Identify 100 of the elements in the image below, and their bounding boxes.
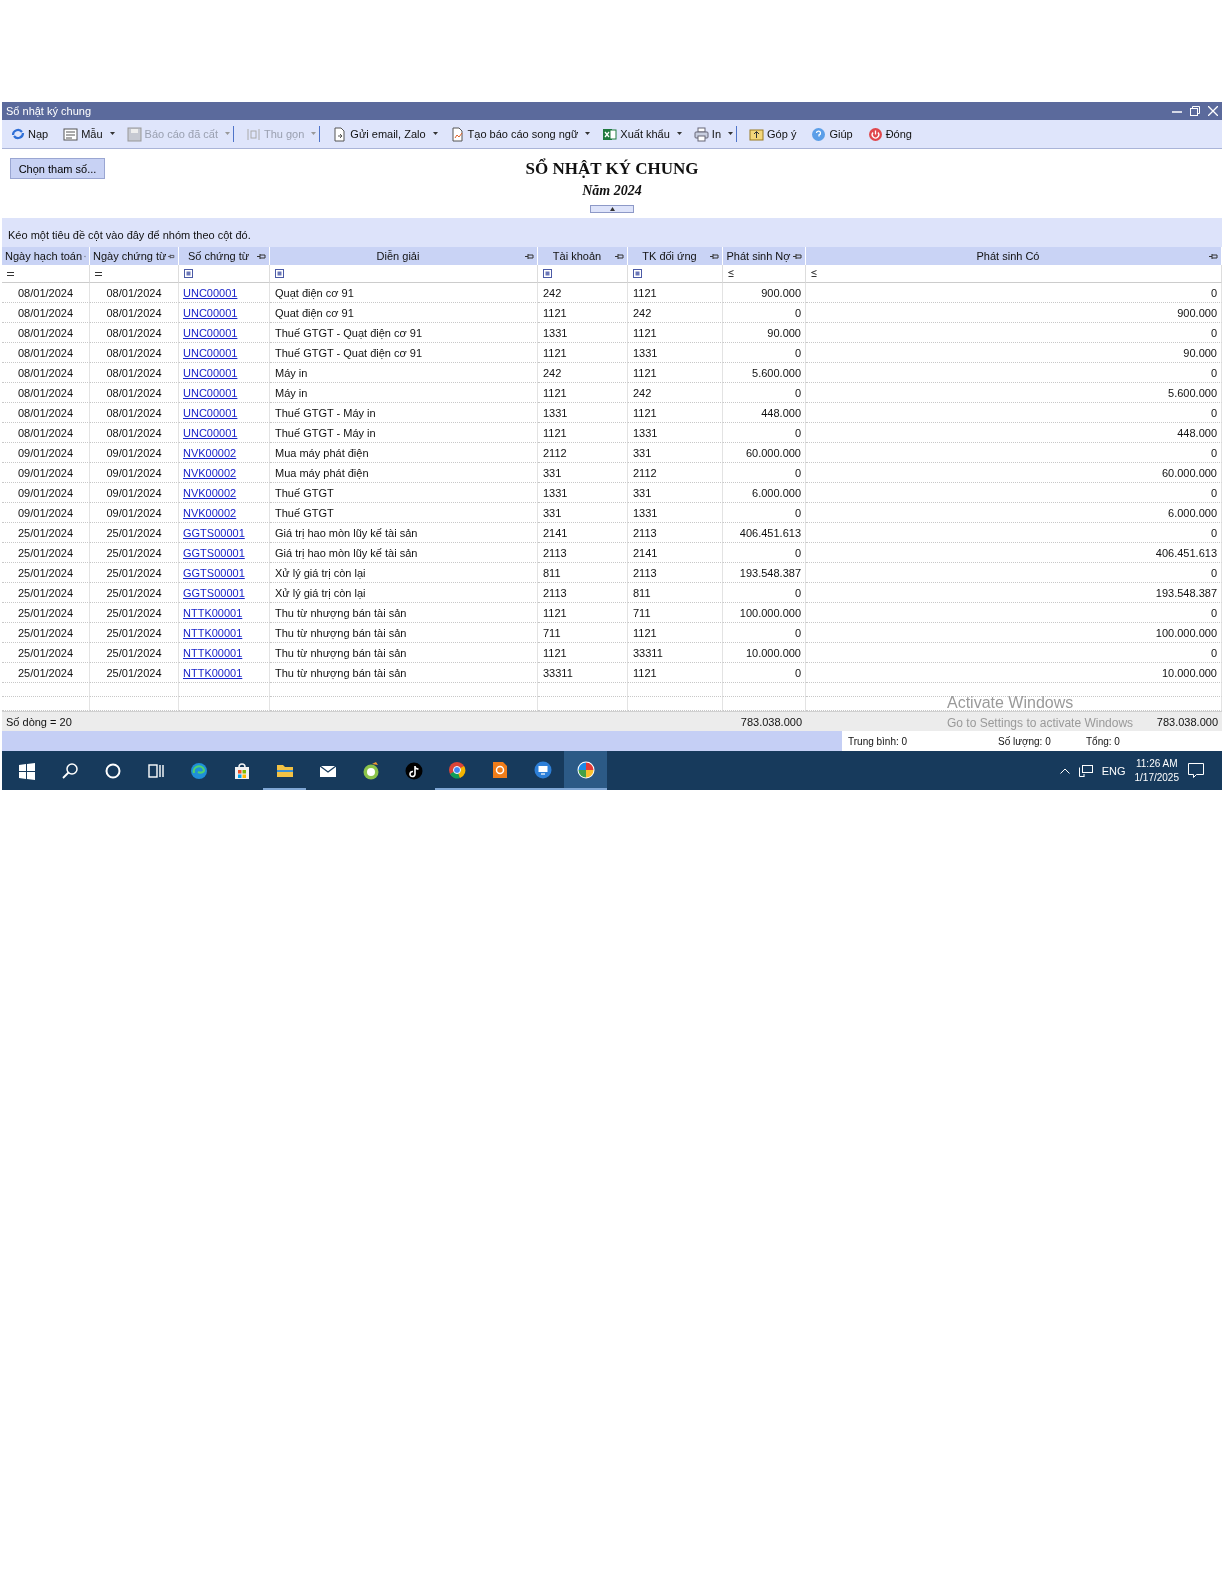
voucher-link[interactable]: UNC00001 <box>183 286 238 299</box>
toolbar-button[interactable]: Tạo báo cáo song ngữ <box>446 123 582 145</box>
filter-field[interactable] <box>806 265 1222 283</box>
table-cell: 331 <box>628 483 723 503</box>
filter-field[interactable] <box>538 265 628 283</box>
upload-box-icon <box>749 126 765 142</box>
filter-field[interactable] <box>723 265 806 283</box>
column-header[interactable]: Ngày hạch toán <box>2 247 90 265</box>
voucher-link[interactable]: UNC00001 <box>183 406 238 419</box>
square-icon <box>633 269 642 278</box>
table-cell: 25/01/2024 <box>2 583 90 603</box>
voucher-link[interactable]: GGTS00001 <box>183 546 245 559</box>
column-header[interactable]: Số chứng từ <box>179 247 270 265</box>
voucher-link[interactable]: GGTS00001 <box>183 566 245 579</box>
table-cell: 33311 <box>538 663 628 683</box>
caret-icon[interactable] <box>109 132 115 136</box>
table-cell: 08/01/2024 <box>90 383 179 403</box>
column-header[interactable]: Phát sinh Có <box>806 247 1222 265</box>
power-icon <box>867 126 883 142</box>
filter-field[interactable] <box>179 265 270 283</box>
report-title: SỔ NHẬT KÝ CHUNG <box>525 159 699 179</box>
table-cell: 1331 <box>628 503 723 523</box>
filter-field[interactable] <box>2 265 90 283</box>
table-cell: 25/01/2024 <box>2 603 90 623</box>
voucher-link[interactable]: NVK00002 <box>183 506 237 519</box>
filter-field[interactable] <box>90 265 179 283</box>
voucher-link[interactable]: UNC00001 <box>183 306 238 319</box>
voucher-link[interactable]: NVK00002 <box>183 466 237 479</box>
voucher-link[interactable]: GGTS00001 <box>183 526 245 539</box>
table-cell: 25/01/2024 <box>2 623 90 643</box>
toolbar-button[interactable]: Góp ý <box>746 123 800 145</box>
column-header[interactable]: Tài khoản <box>538 247 628 265</box>
spreadsheet-icon <box>602 126 618 142</box>
monitor-icon <box>533 760 552 779</box>
voucher-link[interactable]: NVK00002 <box>183 446 237 459</box>
table-cell: 5.600.000 <box>723 363 806 383</box>
restore-icon[interactable] <box>1190 106 1200 116</box>
table-cell: 0 <box>723 543 806 563</box>
filter-field[interactable] <box>628 265 723 283</box>
column-header[interactable]: Phát sinh Nợ <box>723 247 806 265</box>
toolbar-button[interactable]: Nạp <box>7 123 52 145</box>
table-cell: 0 <box>723 583 806 603</box>
table-cell: 25/01/2024 <box>2 663 90 683</box>
table-cell: Thu từ nhượng bán tài sản <box>270 603 538 623</box>
table-cell: 406.451.613 <box>723 523 806 543</box>
table-cell: 08/01/2024 <box>90 303 179 323</box>
caret-icon[interactable] <box>676 132 682 136</box>
table-cell: 406.451.613 <box>806 543 1222 563</box>
table-cell: 2141 <box>538 523 628 543</box>
activation-message: Go to Settings to activate Windows <box>947 716 1134 730</box>
toolbar-button[interactable]: Gửi email, Zalo <box>329 123 429 145</box>
clock-date[interactable]: 1/17/2025 <box>1134 772 1179 783</box>
toolbar-button[interactable]: Đóng <box>864 123 915 145</box>
toolbar-button[interactable]: Mẫu <box>60 123 106 145</box>
column-header[interactable]: Diễn giải <box>270 247 538 265</box>
clock-time[interactable]: 11:26 AM <box>1136 758 1178 769</box>
table-cell: 25/01/2024 <box>2 563 90 583</box>
table-cell: 0 <box>723 463 806 483</box>
parameters-button[interactable]: Chọn tham số... <box>10 158 105 179</box>
table-cell: 25/01/2024 <box>90 523 179 543</box>
filter-field[interactable] <box>270 265 538 283</box>
caret-icon[interactable] <box>728 132 734 136</box>
voucher-link[interactable]: UNC00001 <box>183 386 238 399</box>
taskbar-button[interactable] <box>564 751 607 790</box>
table-cell: 331 <box>538 463 628 483</box>
voucher-link[interactable]: NTTK00001 <box>183 626 243 639</box>
table-cell: 1121 <box>628 363 723 383</box>
table-cell: 1121 <box>538 343 628 363</box>
table-cell: 33311 <box>628 643 723 663</box>
voucher-link[interactable]: UNC00001 <box>183 346 238 359</box>
caret-icon[interactable] <box>432 132 438 136</box>
column-header[interactable]: TK đối ứng <box>628 247 723 265</box>
table-cell: 10.000.000 <box>806 663 1222 683</box>
network-icon[interactable] <box>1078 764 1093 777</box>
collapse-handle[interactable] <box>590 205 634 213</box>
close-icon[interactable] <box>1208 106 1218 116</box>
toolbar-button[interactable]: Xuất khẩu <box>599 123 673 145</box>
voucher-link[interactable]: UNC00001 <box>183 426 238 439</box>
notification-icon[interactable] <box>1188 763 1204 778</box>
equals-icon <box>95 271 102 276</box>
equals-icon <box>7 271 14 276</box>
voucher-link[interactable]: UNC00001 <box>183 366 238 379</box>
chevron-up-icon[interactable] <box>1059 767 1070 774</box>
help-icon <box>811 126 827 142</box>
table-cell: 1121 <box>538 423 628 443</box>
table-cell: Quat điện cơ 91 <box>270 303 538 323</box>
table-cell: Máy in <box>270 363 538 383</box>
voucher-link[interactable]: UNC00001 <box>183 326 238 339</box>
column-header[interactable]: Ngày chứng từ <box>90 247 179 265</box>
toolbar-button[interactable]: In <box>690 123 725 145</box>
table-cell: 08/01/2024 <box>2 403 90 423</box>
table-cell: 09/01/2024 <box>2 503 90 523</box>
voucher-link[interactable]: NTTK00001 <box>183 666 243 679</box>
language-indicator[interactable]: ENG <box>1101 764 1126 777</box>
voucher-link[interactable]: NTTK00001 <box>183 606 243 619</box>
voucher-link[interactable]: NVK00002 <box>183 486 237 499</box>
voucher-link[interactable]: NTTK00001 <box>183 646 243 659</box>
voucher-link[interactable]: GGTS00001 <box>183 586 245 599</box>
toolbar-button[interactable]: Giúp <box>808 123 856 145</box>
caret-icon[interactable] <box>585 132 591 136</box>
